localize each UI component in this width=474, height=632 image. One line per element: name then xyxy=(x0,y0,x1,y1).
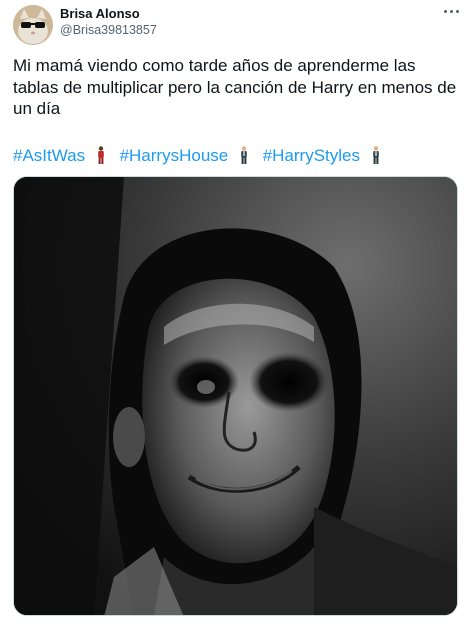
hashtag-line: #AsItWas #HarrysHouse #HarryStyles xyxy=(13,146,390,166)
tweet-text: Mi mamá viendo como tarde años de aprend… xyxy=(13,56,457,118)
tweet: Brisa Alonso @Brisa39813857 Mi mamá vien… xyxy=(0,0,474,632)
avatar[interactable] xyxy=(13,5,53,45)
hashtag-link[interactable]: #HarryStyles xyxy=(263,146,360,165)
author-display-name[interactable]: Brisa Alonso xyxy=(60,6,140,21)
hashtag-link[interactable]: #HarrysHouse xyxy=(120,146,229,165)
avatar-cat-sunglasses-icon xyxy=(13,5,53,45)
man-in-suit-emoji xyxy=(372,146,379,164)
more-dot xyxy=(455,9,459,13)
more-dot xyxy=(443,9,447,13)
tweet-media-image[interactable] xyxy=(13,176,458,616)
author-handle[interactable]: @Brisa39813857 xyxy=(60,23,157,37)
hashtag-link[interactable]: #AsItWas xyxy=(13,146,85,165)
more-dot xyxy=(449,9,453,13)
man-in-suit-emoji xyxy=(241,146,247,164)
uncanny-mr-incredible-meme-image xyxy=(14,177,457,615)
more-options-button[interactable] xyxy=(437,0,465,22)
man-in-red-suit-emoji xyxy=(98,146,104,164)
